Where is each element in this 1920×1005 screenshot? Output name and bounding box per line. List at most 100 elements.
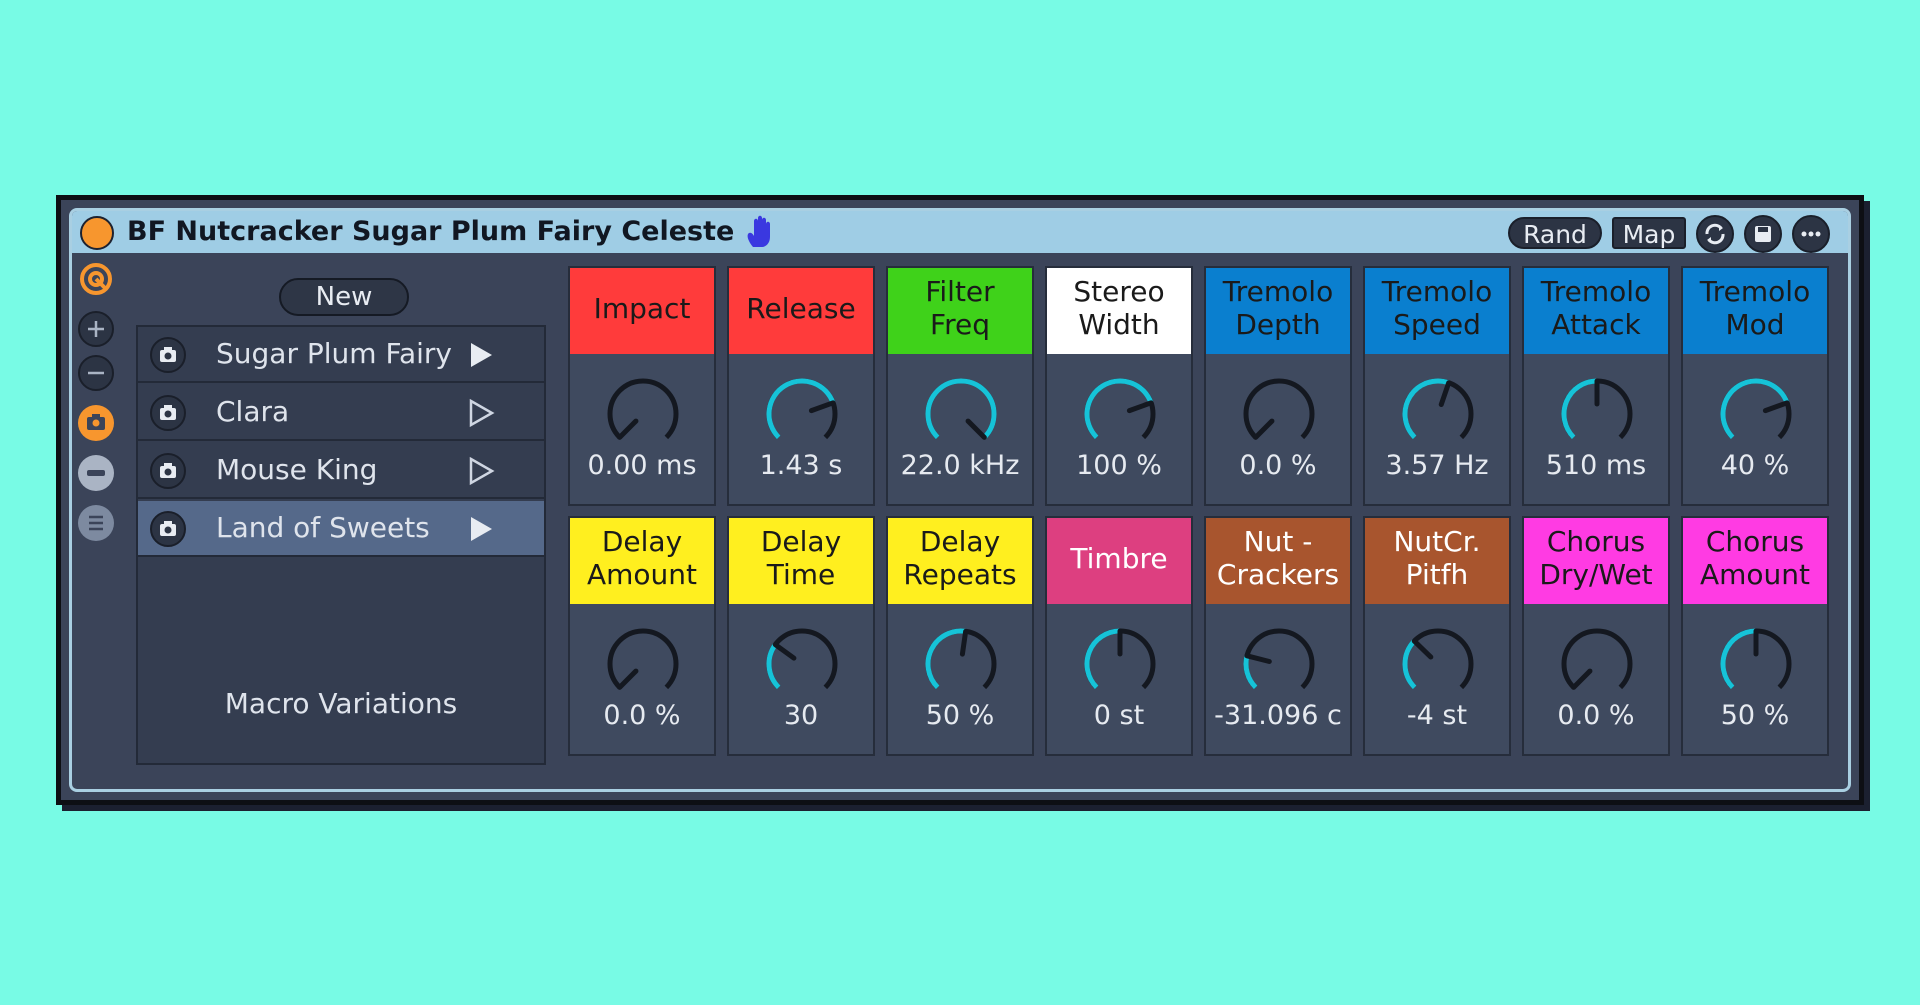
macro-control-column [72,253,127,789]
macro-knob[interactable] [923,626,999,702]
macro-knob[interactable] [1718,376,1794,452]
save-icon[interactable] [1744,215,1782,253]
macro-knob[interactable] [1400,376,1476,452]
knob-needle [965,418,987,440]
macro-knob-tile[interactable]: Filter Freq 22.0 kHz [886,266,1034,506]
macro-knob-tile[interactable]: Tremolo Speed 3.57 Hz [1363,266,1511,506]
list-icon[interactable] [78,505,114,541]
hand-icon[interactable] [744,215,776,249]
snapshot-camera-icon[interactable] [150,337,186,373]
map-button[interactable]: Map [1612,217,1686,249]
macro-knob-tile[interactable]: Stereo Width 100 % [1045,266,1193,506]
knob-value-arc [1720,378,1790,440]
macro-value: 3.57 Hz [1385,450,1489,481]
variation-name: Sugar Plum Fairy [216,337,453,370]
knob-needle [808,400,836,414]
macro-label: Tremolo Depth [1206,268,1350,354]
macro-knob-tile[interactable]: Delay Time 30 [727,516,875,756]
more-icon[interactable] [1792,215,1830,253]
chain-icon[interactable] [78,455,114,491]
macro-knob[interactable] [1559,626,1635,702]
macro-knob-tile[interactable]: Impact 0.00 ms [568,266,716,506]
macro-knob[interactable] [764,626,840,702]
macro-knob-tile[interactable]: Timbre 0 st [1045,516,1193,756]
macro-knob[interactable] [605,376,681,452]
knob-value-arc [925,378,997,440]
macro-value: 22.0 kHz [900,450,1020,481]
macro-label: NutCr. Pitfh [1365,518,1509,604]
macro-knob-tile[interactable]: Delay Repeats 50 % [886,516,1034,756]
macro-knob[interactable] [605,626,681,702]
variation-row[interactable]: Land of Sweets [138,501,544,557]
macro-value: 50 % [925,700,995,731]
randomize-button[interactable]: Rand [1508,217,1602,249]
knob-needle [1253,418,1275,440]
macro-knob[interactable] [1241,376,1317,452]
macro-knob[interactable] [764,376,840,452]
device-title: BF Nutcracker Sugar Plum Fairy Celeste [127,216,735,247]
variation-name: Mouse King [216,453,378,486]
knob-needle [959,628,969,657]
rack-icon[interactable] [78,261,114,297]
macro-knob[interactable] [1559,376,1635,452]
snapshot-camera-icon[interactable] [150,453,186,489]
macro-value: 0.0 % [1557,700,1635,731]
macro-knob-tile[interactable]: Release 1.43 s [727,266,875,506]
macro-knob-tile[interactable]: Delay Amount 0.0 % [568,516,716,756]
macro-knob[interactable] [1400,626,1476,702]
play-icon[interactable] [466,340,496,370]
knob-value-arc [766,643,781,690]
play-icon[interactable] [466,398,496,428]
knob-needle [1126,400,1154,414]
macro-value: 0 st [1093,700,1145,731]
macro-knob[interactable] [1082,376,1158,452]
knob-value-arc [925,628,966,690]
macro-value: -4 st [1406,700,1468,731]
macro-knob-tile[interactable]: Chorus Amount 50 % [1681,516,1829,756]
macro-knob[interactable] [1718,626,1794,702]
macro-value: 100 % [1076,450,1162,481]
camera-icon[interactable] [78,405,114,441]
macro-label: Stereo Width [1047,268,1191,354]
knob-track [1561,628,1633,690]
remove-icon[interactable] [78,355,114,391]
macro-value: 30 [783,700,819,731]
knob-track [607,378,679,440]
macro-value: 50 % [1720,700,1790,731]
macro-label: Timbre [1047,518,1191,604]
macro-knob[interactable] [1082,626,1158,702]
macro-knob-tile[interactable]: Nut - Crackers -31.096 c [1204,516,1352,756]
knob-needle [617,668,639,690]
macro-knob[interactable] [923,376,999,452]
refresh-icon[interactable] [1696,215,1734,253]
macro-value: 1.43 s [759,450,843,481]
knob-value-arc [1084,378,1154,440]
macro-label: Filter Freq [888,268,1032,354]
snapshot-camera-icon[interactable] [150,395,186,431]
macro-knob-tile[interactable]: Tremolo Attack 510 ms [1522,266,1670,506]
macro-knob-tile[interactable]: Chorus Dry/Wet 0.0 % [1522,516,1670,756]
macro-label: Chorus Dry/Wet [1524,518,1668,604]
knob-value-arc [766,378,836,440]
add-icon[interactable] [78,311,114,347]
title-bar[interactable]: BF Nutcracker Sugar Plum Fairy Celeste R… [72,211,1848,253]
play-icon[interactable] [466,514,496,544]
variation-row[interactable]: Mouse King [138,443,544,499]
variations-panel: Sugar Plum Fairy Clara Mouse King Land of S… [136,325,546,765]
power-button[interactable] [80,216,114,250]
knob-track [607,628,679,690]
macro-knob-tile[interactable]: Tremolo Mod 40 % [1681,266,1829,506]
knob-track [766,628,838,690]
snapshot-camera-icon[interactable] [150,511,186,547]
new-variation-button[interactable]: New [279,278,409,316]
variation-row[interactable]: Clara [138,385,544,441]
knob-needle [772,642,797,661]
knob-needle [1571,668,1593,690]
macro-value: 0.00 ms [587,450,697,481]
macro-knob-tile[interactable]: NutCr. Pitfh -4 st [1363,516,1511,756]
macro-knob[interactable] [1241,626,1317,702]
play-icon[interactable] [466,456,496,486]
variation-name: Clara [216,395,290,428]
variation-row[interactable]: Sugar Plum Fairy [138,327,544,383]
macro-knob-tile[interactable]: Tremolo Depth 0.0 % [1204,266,1352,506]
